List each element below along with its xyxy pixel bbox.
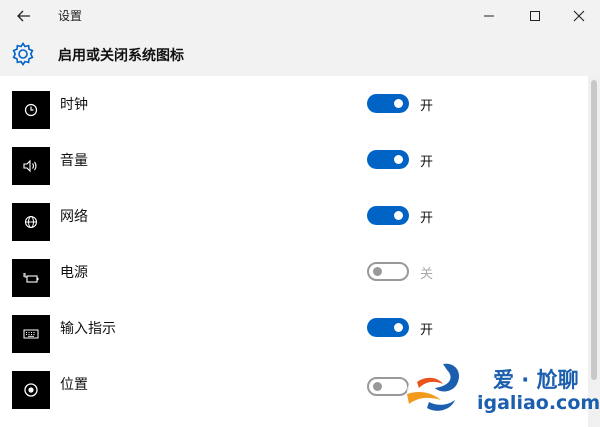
back-arrow-icon (17, 10, 30, 22)
watermark-logo (407, 363, 467, 414)
toggle-state-text: 开 (420, 155, 434, 170)
location-icon (12, 371, 50, 409)
item-label: 位置 (60, 377, 88, 393)
page-title: 启用或关闭系统图标 (58, 48, 184, 64)
back-button[interactable] (8, 4, 40, 28)
item-label: 输入指示 (60, 321, 116, 337)
item-label: 音量 (60, 153, 88, 169)
clock-toggle[interactable] (367, 94, 409, 113)
gear-icon (12, 42, 34, 66)
toggle-state-text: 关 (420, 267, 434, 282)
list-item-power: 电源 关 (0, 244, 588, 300)
network-globe-icon (12, 203, 50, 241)
volume-toggle[interactable] (367, 150, 409, 169)
window-title: 设置 (58, 9, 83, 23)
minimize-icon (484, 15, 494, 17)
watermark-text-cn: 爱 · 尬聊 (493, 368, 579, 392)
maximize-button[interactable] (512, 0, 558, 32)
settings-window: 设置 启用或关闭系统图标 时钟 开 音量 开 网络 开 电源 关 输入指示 开 … (0, 0, 600, 427)
maximize-icon (530, 11, 540, 21)
item-label: 时钟 (60, 97, 88, 113)
watermark: 爱 · 尬聊 igaliao.com (395, 352, 600, 422)
keyboard-icon (12, 315, 50, 353)
volume-icon (12, 147, 50, 185)
page-header: 启用或关闭系统图标 (0, 32, 600, 76)
list-item-clock: 时钟 开 (0, 76, 588, 132)
list-item-input-indicator: 输入指示 开 (0, 300, 588, 356)
toggle-state-text: 开 (420, 99, 434, 114)
toggle-knob (373, 267, 382, 276)
toggle-state-text: 开 (420, 211, 434, 226)
battery-plug-icon (12, 259, 50, 297)
toggle-knob (394, 155, 403, 164)
toggle-state-text: 开 (420, 323, 434, 338)
toggle-knob (394, 323, 403, 332)
input-indicator-toggle[interactable] (367, 318, 409, 337)
scrollbar-thumb[interactable] (591, 80, 597, 380)
item-label: 网络 (60, 209, 88, 225)
network-toggle[interactable] (367, 206, 409, 225)
clock-icon (12, 91, 50, 129)
toggle-knob (373, 382, 382, 391)
list-item-volume: 音量 开 (0, 132, 588, 188)
watermark-text-en: igaliao.com (477, 392, 600, 414)
minimize-button[interactable] (466, 0, 512, 32)
item-label: 电源 (60, 265, 88, 281)
close-button[interactable] (556, 0, 600, 32)
list-item-network: 网络 开 (0, 188, 588, 244)
toggle-knob (394, 211, 403, 220)
toggle-knob (394, 99, 403, 108)
power-toggle[interactable] (367, 262, 409, 281)
close-icon (573, 10, 585, 22)
title-bar: 设置 (0, 0, 600, 32)
